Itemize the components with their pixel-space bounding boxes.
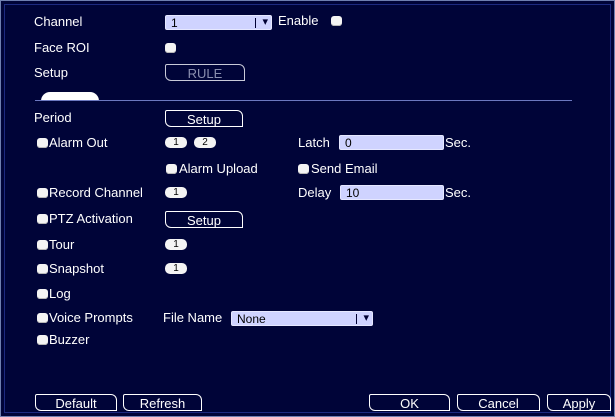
ptz-setup-button[interactable]: Setup [165,211,243,228]
buzzer-checkbox[interactable] [37,335,48,345]
face-detection-settings-panel: Channel 1 ▾ Enable Face ROI Setup RULE P… [0,0,615,417]
alarm-upload-checkbox[interactable] [166,164,177,174]
tour-checkbox[interactable] [37,240,48,250]
setup-label: Setup [34,65,68,80]
alarm-out-checkbox[interactable] [37,138,48,148]
alarm-out-2-toggle[interactable]: 2 [194,137,216,148]
channel-select[interactable]: 1 ▾ [165,15,272,30]
send-email-label: Send Email [311,161,378,176]
latch-unit: Sec. [445,135,472,150]
alarm-upload-label: Alarm Upload [179,161,258,176]
alarm-out-label: Alarm Out [49,135,108,150]
latch-label: Latch [298,135,330,150]
channel-label: Channel [34,14,83,29]
cancel-button[interactable]: Cancel [457,394,540,411]
face-roi-checkbox[interactable] [165,43,176,53]
enable-label: Enable [278,13,319,28]
enable-checkbox[interactable] [331,16,342,26]
latch-input[interactable]: 0 [339,135,444,150]
snapshot-checkbox[interactable] [37,264,48,274]
tour-1-toggle[interactable]: 1 [165,239,187,250]
voice-prompts-checkbox[interactable] [37,313,48,323]
snapshot-1-toggle[interactable]: 1 [165,263,187,274]
delay-label: Delay [298,185,332,200]
record-channel-label: Record Channel [49,185,143,200]
file-name-select-value: None [237,312,266,326]
voice-prompts-label: Voice Prompts [49,310,133,325]
section-divider [35,100,572,101]
buzzer-label: Buzzer [49,332,90,347]
record-channel-1-toggle[interactable]: 1 [165,187,187,198]
alarm-out-1-toggle[interactable]: 1 [165,137,187,148]
chevron-down-icon: ▾ [262,16,268,28]
apply-button[interactable]: Apply [547,394,611,411]
panel-inner-border [4,4,611,413]
period-label: Period [34,110,72,125]
record-channel-checkbox[interactable] [37,188,48,198]
tour-label: Tour [49,237,75,252]
send-email-checkbox[interactable] [298,164,309,174]
file-name-select[interactable]: None ▾ [231,311,373,326]
ptz-activation-checkbox[interactable] [37,214,48,224]
period-setup-button[interactable]: Setup [165,110,243,127]
log-label: Log [49,286,71,301]
select-separator [255,18,256,28]
delay-unit: Sec. [445,185,472,200]
refresh-button[interactable]: Refresh [123,394,202,411]
ptz-activation-label: PTZ Activation [49,211,133,226]
rule-button[interactable]: RULE [165,64,245,81]
log-checkbox[interactable] [37,289,48,299]
file-name-label: File Name [163,310,223,325]
snapshot-label: Snapshot [49,261,104,276]
default-button[interactable]: Default [35,394,117,411]
ok-button[interactable]: OK [369,394,450,411]
select-separator [356,314,357,324]
channel-select-value: 1 [171,16,178,30]
chevron-down-icon: ▾ [363,312,369,324]
delay-input[interactable]: 10 [340,185,444,200]
face-roi-label: Face ROI [34,40,90,55]
